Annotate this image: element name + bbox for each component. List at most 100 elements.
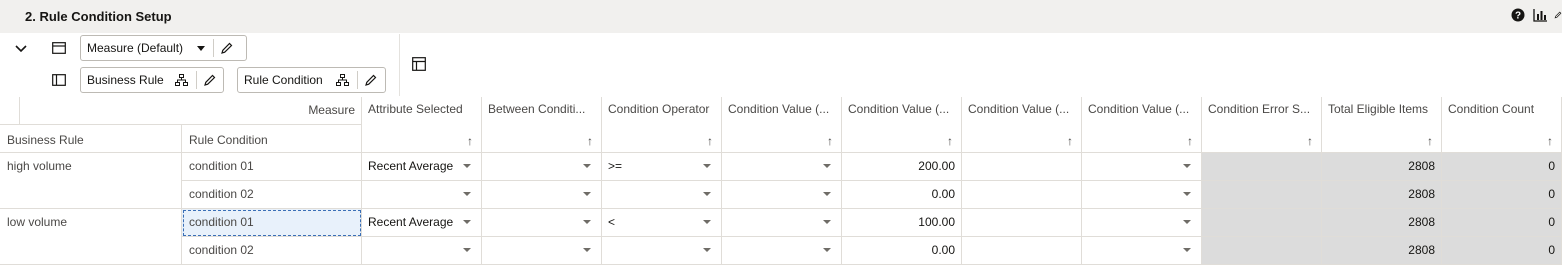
column-header-total-eligible-items[interactable]: Total Eligible Items ↑ xyxy=(1322,97,1442,153)
cell-condition-value-4[interactable] xyxy=(1082,237,1202,265)
column-header-condition-value-1[interactable]: Condition Value (... ↑ xyxy=(722,97,842,153)
hierarchy-icon[interactable] xyxy=(335,72,351,88)
sort-arrow-icon[interactable]: ↑ xyxy=(1307,134,1313,148)
help-icon[interactable]: ? xyxy=(1510,7,1526,23)
sort-arrow-icon[interactable]: ↑ xyxy=(1187,134,1193,148)
cell-condition-value-3[interactable] xyxy=(962,153,1082,181)
cell-condition-operator[interactable] xyxy=(602,237,722,265)
cell-condition-value-4[interactable] xyxy=(1082,181,1202,209)
dropdown-arrow-icon[interactable] xyxy=(583,248,591,252)
sort-arrow-icon[interactable]: ↑ xyxy=(947,134,953,148)
row-header-rule-condition[interactable]: condition 01 xyxy=(182,209,362,237)
cell-condition-value-4[interactable] xyxy=(1082,209,1202,237)
cell-attribute-selected[interactable] xyxy=(362,181,482,209)
cell-condition-value-1[interactable] xyxy=(722,181,842,209)
dropdown-arrow-icon[interactable] xyxy=(703,248,711,252)
sort-arrow-icon[interactable]: ↑ xyxy=(1067,134,1073,148)
column-header-condition-error[interactable]: Condition Error S... ↑ xyxy=(1202,97,1322,153)
column-header-condition-operator[interactable]: Condition Operator ↑ xyxy=(602,97,722,153)
row-header-business-rule[interactable]: high volume xyxy=(0,153,182,181)
cell-condition-operator[interactable] xyxy=(602,181,722,209)
dropdown-arrow-icon[interactable] xyxy=(463,192,471,196)
cell-condition-operator[interactable]: < xyxy=(602,209,722,237)
cell-condition-value-2[interactable]: 0.00 xyxy=(842,237,962,265)
column-header-condition-value-2[interactable]: Condition Value (... ↑ xyxy=(842,97,962,153)
dropdown-arrow-icon[interactable] xyxy=(197,45,206,51)
cell-between-condition[interactable] xyxy=(482,209,602,237)
dropdown-arrow-icon[interactable] xyxy=(703,164,711,168)
row-dim-header-business-rule[interactable]: Business Rule xyxy=(0,125,182,153)
column-header-condition-value-4[interactable]: Condition Value (... ↑ xyxy=(1082,97,1202,153)
chevron-down-icon[interactable] xyxy=(13,41,29,57)
sort-arrow-icon[interactable]: ↑ xyxy=(707,134,713,148)
edit-icon[interactable] xyxy=(1554,7,1562,23)
dropdown-arrow-icon[interactable] xyxy=(823,248,831,252)
sort-arrow-icon[interactable]: ↑ xyxy=(587,134,593,148)
dropdown-arrow-icon[interactable] xyxy=(823,192,831,196)
cell-attribute-selected[interactable]: Recent Average xyxy=(362,209,482,237)
dropdown-arrow-icon[interactable] xyxy=(583,164,591,168)
row-header-business-rule[interactable]: low volume xyxy=(0,209,182,237)
cell-between-condition[interactable] xyxy=(482,181,602,209)
row-pill-business-rule[interactable]: Business Rule xyxy=(80,67,224,93)
dropdown-arrow-icon[interactable] xyxy=(703,192,711,196)
row-pill-label: Business Rule xyxy=(87,73,164,87)
cell-condition-value-1[interactable] xyxy=(722,237,842,265)
column-header-label: Total Eligible Items xyxy=(1328,102,1429,116)
cell-condition-operator[interactable]: >= xyxy=(602,153,722,181)
cell-value: 100.00 xyxy=(918,215,955,229)
dropdown-arrow-icon[interactable] xyxy=(583,192,591,196)
dropdown-arrow-icon[interactable] xyxy=(463,220,471,224)
pencil-icon[interactable] xyxy=(214,36,240,60)
row-header-rule-condition[interactable]: condition 02 xyxy=(182,181,362,209)
row-header-business-rule[interactable] xyxy=(0,181,182,209)
cell-condition-value-3[interactable] xyxy=(962,181,1082,209)
cell-condition-value-2[interactable]: 200.00 xyxy=(842,153,962,181)
dropdown-arrow-icon[interactable] xyxy=(583,220,591,224)
dropdown-arrow-icon[interactable] xyxy=(1183,192,1191,196)
cell-total-eligible-items: 2808 xyxy=(1322,153,1442,181)
chart-icon[interactable] xyxy=(1532,7,1548,23)
cell-condition-value-3[interactable] xyxy=(962,209,1082,237)
column-header-attribute-selected[interactable]: Attribute Selected ↑ xyxy=(362,97,482,153)
cell-between-condition[interactable] xyxy=(482,153,602,181)
cell-condition-value-2[interactable]: 0.00 xyxy=(842,181,962,209)
pivot-icon[interactable] xyxy=(411,56,427,72)
column-header-condition-count[interactable]: Condition Count ↑ xyxy=(1442,97,1562,153)
hierarchy-icon[interactable] xyxy=(174,72,190,88)
sort-arrow-icon[interactable]: ↑ xyxy=(1547,134,1553,148)
sort-arrow-icon[interactable]: ↑ xyxy=(1427,134,1433,148)
column-header-label: Between Conditi... xyxy=(488,102,586,116)
cell-condition-value-4[interactable] xyxy=(1082,153,1202,181)
grid-corner-top xyxy=(0,97,20,125)
cell-attribute-selected[interactable] xyxy=(362,237,482,265)
dropdown-arrow-icon[interactable] xyxy=(1183,164,1191,168)
column-header-condition-value-3[interactable]: Condition Value (... ↑ xyxy=(962,97,1082,153)
row-dim-header-rule-condition[interactable]: Rule Condition xyxy=(182,125,362,153)
row-pill-rule-condition[interactable]: Rule Condition xyxy=(237,67,386,93)
measure-selector-label: Measure (Default) xyxy=(87,41,184,55)
dropdown-arrow-icon[interactable] xyxy=(463,164,471,168)
cell-condition-value-1[interactable] xyxy=(722,153,842,181)
cell-condition-value-3[interactable] xyxy=(962,237,1082,265)
column-header-between-condition[interactable]: Between Conditi... ↑ xyxy=(482,97,602,153)
pencil-icon[interactable] xyxy=(358,68,384,92)
row-header-rule-condition[interactable]: condition 01 xyxy=(182,153,362,181)
row-header-business-rule[interactable] xyxy=(0,237,182,265)
measure-selector[interactable]: Measure (Default) xyxy=(80,35,247,61)
cell-between-condition[interactable] xyxy=(482,237,602,265)
dropdown-arrow-icon[interactable] xyxy=(1183,220,1191,224)
dropdown-arrow-icon[interactable] xyxy=(463,248,471,252)
cell-condition-value-1[interactable] xyxy=(722,209,842,237)
dropdown-arrow-icon[interactable] xyxy=(1183,248,1191,252)
cell-attribute-selected[interactable]: Recent Average xyxy=(362,153,482,181)
dropdown-arrow-icon[interactable] xyxy=(823,164,831,168)
cell-condition-value-2[interactable]: 100.00 xyxy=(842,209,962,237)
dropdown-arrow-icon[interactable] xyxy=(823,220,831,224)
sort-arrow-icon[interactable]: ↑ xyxy=(827,134,833,148)
dropdown-arrow-icon[interactable] xyxy=(703,220,711,224)
cell-value: 200.00 xyxy=(918,159,955,173)
pencil-icon[interactable] xyxy=(197,68,223,92)
sort-arrow-icon[interactable]: ↑ xyxy=(467,134,473,148)
row-header-rule-condition[interactable]: condition 02 xyxy=(182,237,362,265)
